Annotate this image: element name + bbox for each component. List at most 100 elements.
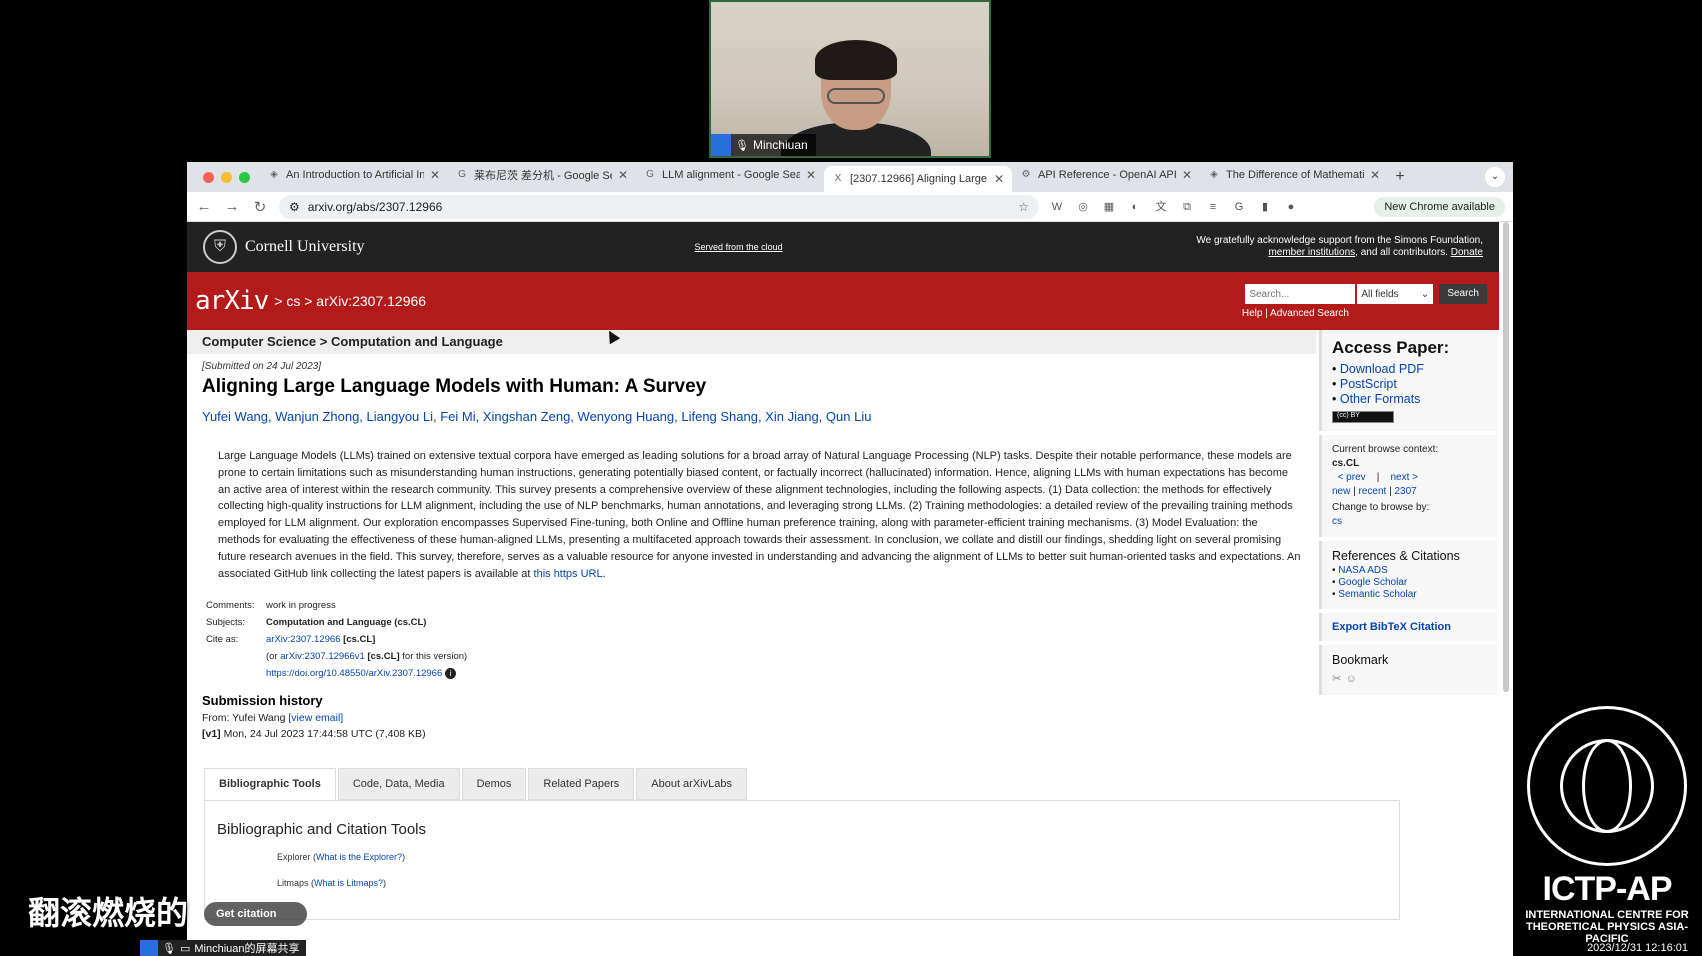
- subject-header[interactable]: Computer Science > Computation and Langu…: [187, 330, 1316, 354]
- new-link[interactable]: new: [1332, 486, 1350, 497]
- search-input[interactable]: [1245, 284, 1356, 304]
- lab-tab[interactable]: Related Papers: [528, 768, 635, 801]
- maximize-window-button[interactable]: [239, 171, 250, 183]
- browser-toolbar: ← → ↻ ⚙ arxiv.org/abs/2307.12966 ☆ W ◎ ▦…: [187, 192, 1513, 222]
- cc-by-license-icon[interactable]: (cc) BY: [1332, 411, 1394, 423]
- forward-icon[interactable]: →: [223, 198, 241, 215]
- sep1: |: [1376, 472, 1380, 483]
- view-email-link[interactable]: [view email]: [288, 712, 343, 724]
- back-icon[interactable]: ←: [195, 198, 213, 215]
- minimize-window-button[interactable]: [221, 171, 232, 183]
- access-list: Download PDFPostScriptOther Formats: [1332, 362, 1487, 407]
- access-format-link[interactable]: Download PDF: [1332, 362, 1487, 377]
- profile-avatar[interactable]: ●: [1283, 199, 1299, 215]
- github-url-link[interactable]: this https URL: [534, 568, 603, 580]
- access-format-link[interactable]: Other Formats: [1332, 392, 1487, 407]
- close-tab-icon[interactable]: ✕: [1182, 168, 1192, 182]
- browser-tab[interactable]: G LLM alignment - Google Sear ✕: [636, 162, 824, 188]
- page-scrollbar[interactable]: [1503, 222, 1509, 692]
- cornell-seal-icon[interactable]: ⛨: [203, 230, 237, 264]
- window-controls: [187, 171, 260, 183]
- extension-compass-icon[interactable]: ◐: [1127, 199, 1143, 215]
- references-list: NASA ADSGoogle ScholarSemantic Scholar: [1332, 565, 1487, 601]
- reference-link[interactable]: NASA ADS: [1332, 565, 1487, 577]
- get-citation-button[interactable]: Get citation: [204, 902, 307, 926]
- url-text: arxiv.org/abs/2307.12966: [307, 199, 443, 214]
- bookmark-star-icon[interactable]: ☆: [1018, 200, 1029, 214]
- doi-cell: https://doi.org/10.48550/arXiv.2307.1296…: [266, 666, 471, 681]
- close-tab-icon[interactable]: ✕: [1370, 168, 1380, 182]
- access-paper-box: Access Paper: Download PDFPostScriptOthe…: [1319, 330, 1497, 431]
- cs-link[interactable]: cs: [1332, 515, 1487, 529]
- cite-version: (or arXiv:2307.12966v1 [cs.CL] for this …: [266, 649, 471, 664]
- bibsonomy-icon[interactable]: ✂: [1332, 673, 1341, 685]
- recent-link[interactable]: recent: [1359, 486, 1387, 497]
- prev-link[interactable]: < prev: [1338, 472, 1366, 483]
- next-link[interactable]: next >: [1391, 472, 1419, 483]
- google-icon[interactable]: G: [1231, 199, 1247, 215]
- new-chrome-available-button[interactable]: New Chrome available: [1374, 196, 1505, 217]
- tab-search-icon[interactable]: ⌄: [1485, 167, 1505, 187]
- site-info-icon[interactable]: ⚙: [289, 200, 300, 214]
- cite-id-link[interactable]: arXiv:2307.12966: [266, 634, 340, 645]
- help-link[interactable]: Help: [1242, 308, 1263, 319]
- litmaps-help-link[interactable]: What is Litmaps?: [314, 878, 383, 888]
- openai-icon: ⚙: [1021, 169, 1031, 180]
- access-format-link[interactable]: PostScript: [1332, 377, 1487, 392]
- month-link[interactable]: 2307: [1395, 486, 1417, 497]
- reference-link[interactable]: Google Scholar: [1332, 577, 1487, 589]
- chevron-down-icon: ⌄: [1420, 288, 1430, 300]
- browser-tab[interactable]: ⚙ API Reference - OpenAI API ✕: [1012, 162, 1200, 188]
- lab-tab[interactable]: Demos: [461, 768, 527, 801]
- export-bibtex-link[interactable]: Export BibTeX Citation: [1332, 621, 1487, 633]
- new-tab-button[interactable]: +: [1388, 168, 1412, 186]
- close-tab-icon[interactable]: ✕: [430, 168, 440, 182]
- arxiv-icon: X: [834, 173, 842, 184]
- donate-link[interactable]: Donate: [1451, 247, 1483, 258]
- litmaps-text: Litmaps (: [277, 878, 315, 889]
- browser-tab[interactable]: ◈ An Introduction to Artificial In ✕: [260, 162, 448, 188]
- arxiv-logo[interactable]: arXiv: [195, 286, 269, 316]
- reference-link[interactable]: Semantic Scholar: [1332, 589, 1487, 601]
- breadcrumb[interactable]: > cs > arXiv:2307.12966: [274, 293, 426, 309]
- member-institutions-link[interactable]: member institutions: [1268, 247, 1355, 258]
- info-icon[interactable]: i: [444, 668, 456, 680]
- sidepanel-icon[interactable]: ▮: [1257, 199, 1273, 215]
- extension-chart-icon[interactable]: ▦: [1101, 199, 1117, 215]
- search-button[interactable]: Search: [1439, 284, 1487, 304]
- close-tab-icon[interactable]: ✕: [994, 172, 1004, 186]
- close-tab-icon[interactable]: ✕: [806, 168, 816, 182]
- close-tab-icon[interactable]: ✕: [618, 168, 628, 182]
- lab-tab[interactable]: About arXivLabs: [636, 768, 747, 801]
- author-list[interactable]: Yufei Wang, Wanjun Zhong, Liangyou Li, F…: [202, 409, 1301, 424]
- search-group: All fields ⌄ Search: [1245, 284, 1487, 304]
- cite-v1-link[interactable]: arXiv:2307.12966v1: [280, 651, 365, 662]
- translate-icon[interactable]: 文: [1153, 199, 1169, 215]
- field-select-value: All fields: [1361, 288, 1399, 300]
- advanced-search-link[interactable]: Advanced Search: [1270, 308, 1349, 319]
- browse-context-box: Current browse context: cs.CL < prev | n…: [1319, 435, 1497, 537]
- field-select[interactable]: All fields ⌄: [1357, 284, 1434, 304]
- extension-w-icon[interactable]: W: [1049, 199, 1065, 215]
- extensions-puzzle-icon[interactable]: ⧉: [1179, 199, 1195, 215]
- reload-icon[interactable]: ↻: [251, 198, 269, 216]
- extension-circle-icon[interactable]: ◎: [1075, 199, 1091, 215]
- lab-tab[interactable]: Bibliographic Tools: [204, 768, 336, 801]
- reddit-icon[interactable]: ☺: [1346, 673, 1357, 685]
- chinese-caption: 翻滚燃烧的: [28, 895, 189, 931]
- media-icon[interactable]: ≡: [1205, 199, 1221, 215]
- close-window-button[interactable]: [203, 171, 214, 183]
- served-from-cloud-link[interactable]: Served from the cloud: [695, 242, 783, 252]
- browser-tab[interactable]: X [2307.12966] Aligning Large ✕: [824, 166, 1012, 192]
- lab-tab[interactable]: Code, Data, Media: [337, 768, 460, 801]
- browser-tab[interactable]: ◈ The Difference of Mathematic ✕: [1200, 162, 1388, 188]
- doi-link[interactable]: https://doi.org/10.48550/arXiv.2307.1296…: [266, 668, 442, 679]
- person-icon: 👤: [140, 940, 158, 956]
- explorer-help-link[interactable]: What is the Explorer?: [316, 852, 402, 862]
- bookmark-title: Bookmark: [1332, 653, 1389, 667]
- abstract: Large Language Models (LLMs) trained on …: [218, 448, 1301, 582]
- cornell-name[interactable]: Cornell University: [245, 238, 365, 256]
- cite-version-row: (or arXiv:2307.12966v1 [cs.CL] for this …: [206, 649, 471, 664]
- browser-tab[interactable]: G 莱布尼茨 差分机 - Google Sear ✕: [448, 162, 636, 188]
- address-bar[interactable]: ⚙ arxiv.org/abs/2307.12966 ☆: [279, 194, 1039, 219]
